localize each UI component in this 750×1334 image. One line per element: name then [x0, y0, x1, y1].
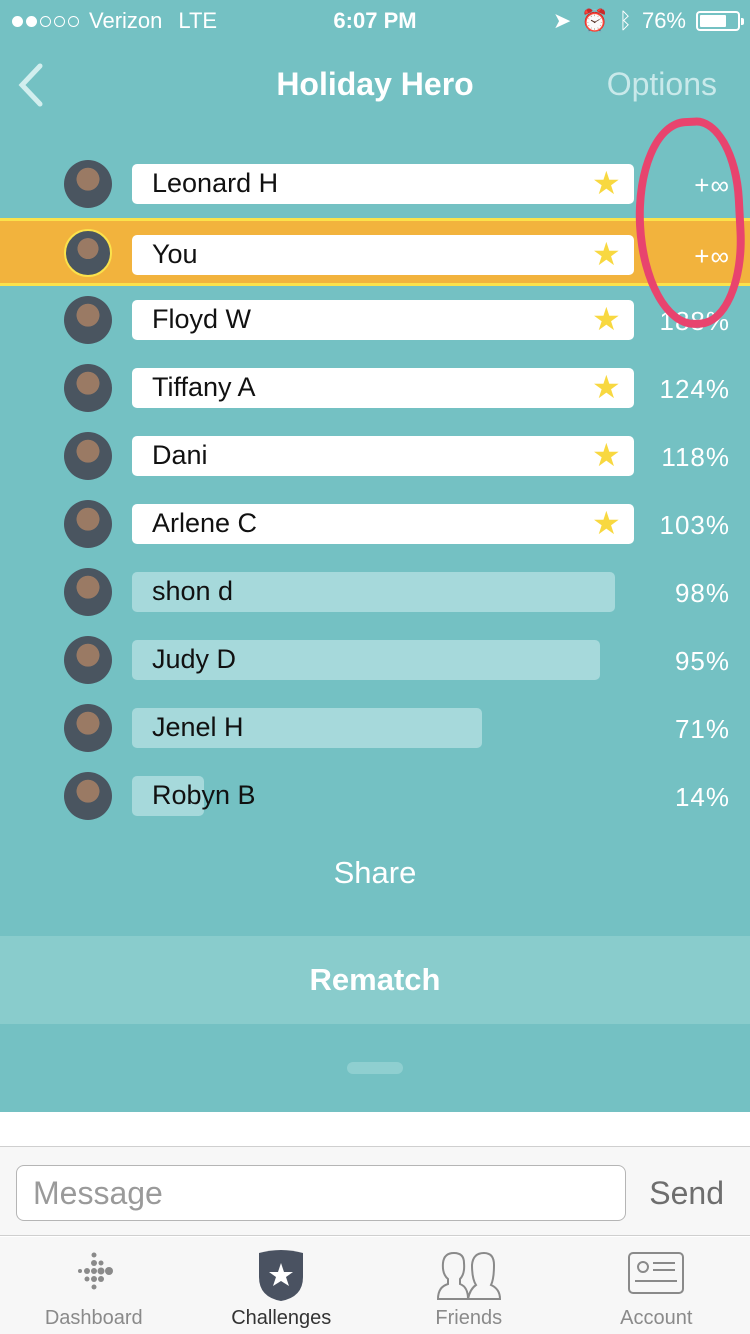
avatar[interactable]	[64, 500, 112, 548]
alarm-clock-icon: ⏰	[581, 8, 609, 33]
avatar[interactable]	[64, 704, 112, 752]
participant-name: Floyd W	[152, 304, 252, 334]
friends-icon	[436, 1251, 501, 1300]
participant-name: Judy D	[152, 644, 237, 674]
location-arrow-icon: ➤	[552, 8, 572, 33]
tab-label: Account	[620, 1307, 693, 1329]
tab-friends[interactable]: Friends	[375, 1237, 563, 1334]
participant-score: 118%	[661, 442, 730, 472]
participant-name: Robyn B	[152, 780, 256, 810]
send-button[interactable]: Send	[649, 1175, 724, 1212]
star-icon: ★	[592, 505, 621, 541]
tab-dashboard[interactable]: Dashboard	[0, 1237, 188, 1334]
participant-name: Tiffany A	[152, 372, 256, 402]
participant-name: Leonard H	[152, 168, 279, 198]
star-icon: ★	[592, 236, 621, 272]
participant-score: 124%	[659, 374, 730, 404]
participant-score: 14%	[674, 782, 730, 812]
participant-score: 188%	[659, 306, 730, 336]
leaderboard-row[interactable]: shon d 98%	[0, 558, 750, 626]
leaderboard-row[interactable]: Jenel H 71%	[0, 694, 750, 762]
battery-percent: 76%	[641, 8, 686, 33]
avatar[interactable]	[64, 432, 112, 480]
avatar[interactable]	[64, 568, 112, 616]
leaderboard-row[interactable]: Dani ★ 118%	[0, 422, 750, 490]
participant-name: Dani	[152, 440, 208, 470]
battery-icon	[696, 11, 744, 31]
avatar[interactable]	[64, 636, 112, 684]
star-icon: ★	[592, 301, 621, 337]
participant-name: You	[152, 239, 198, 269]
tab-challenges[interactable]: Challenges	[188, 1237, 376, 1334]
options-button[interactable]: Options	[607, 66, 717, 103]
leaderboard-row[interactable]: Floyd W ★ 188%	[0, 286, 750, 354]
avatar[interactable]	[64, 296, 112, 344]
avatar[interactable]	[64, 364, 112, 412]
participant-name: shon d	[152, 576, 234, 606]
progress-bar	[132, 235, 634, 275]
leaderboard-row[interactable]: Robyn B 14%	[0, 762, 750, 830]
tab-label: Challenges	[231, 1307, 332, 1329]
tab-label: Friends	[435, 1307, 503, 1329]
leaderboard-row[interactable]: Judy D 95%	[0, 626, 750, 694]
message-bar: Send	[0, 1146, 750, 1236]
participant-score: 95%	[674, 646, 730, 676]
dashboard-dots-icon	[77, 1252, 113, 1290]
share-button[interactable]: Share	[0, 855, 750, 891]
navigation-bar: Holiday Hero Options	[0, 50, 750, 120]
tab-account[interactable]: Account	[563, 1237, 750, 1334]
participant-name: Jenel H	[152, 712, 244, 742]
participant-score: +∞	[694, 170, 730, 200]
challenge-badge-icon	[259, 1250, 304, 1301]
avatar[interactable]	[64, 229, 112, 277]
rematch-button[interactable]: Rematch	[0, 936, 750, 1024]
leaderboard-row[interactable]: Tiffany A ★ 124%	[0, 354, 750, 422]
participant-name: Arlene C	[152, 508, 258, 538]
leaderboard-row[interactable]: Leonard H ★ +∞	[0, 150, 750, 218]
participant-score: 98%	[674, 578, 730, 608]
participant-score: 103%	[659, 510, 730, 540]
participant-score: 71%	[674, 714, 730, 744]
message-input[interactable]	[16, 1165, 626, 1221]
star-icon: ★	[592, 369, 621, 405]
star-icon: ★	[592, 165, 621, 201]
tab-label: Dashboard	[44, 1307, 143, 1329]
avatar[interactable]	[64, 772, 112, 820]
participant-score: +∞	[694, 241, 730, 271]
status-bar: Verizon LTE 6:07 PM ➤ ⏰ ᛒ 76%	[0, 0, 750, 40]
tab-bar: Dashboard Challenges Friends Account	[0, 1237, 750, 1334]
leaderboard-row[interactable]: Arlene C ★ 103%	[0, 490, 750, 558]
avatar[interactable]	[64, 160, 112, 208]
star-icon: ★	[592, 437, 621, 473]
account-card-icon	[628, 1252, 685, 1294]
bluetooth-icon: ᛒ	[618, 8, 632, 33]
leaderboard-row[interactable]: You ★ +∞	[0, 218, 750, 286]
drawer-handle[interactable]	[347, 1062, 403, 1074]
